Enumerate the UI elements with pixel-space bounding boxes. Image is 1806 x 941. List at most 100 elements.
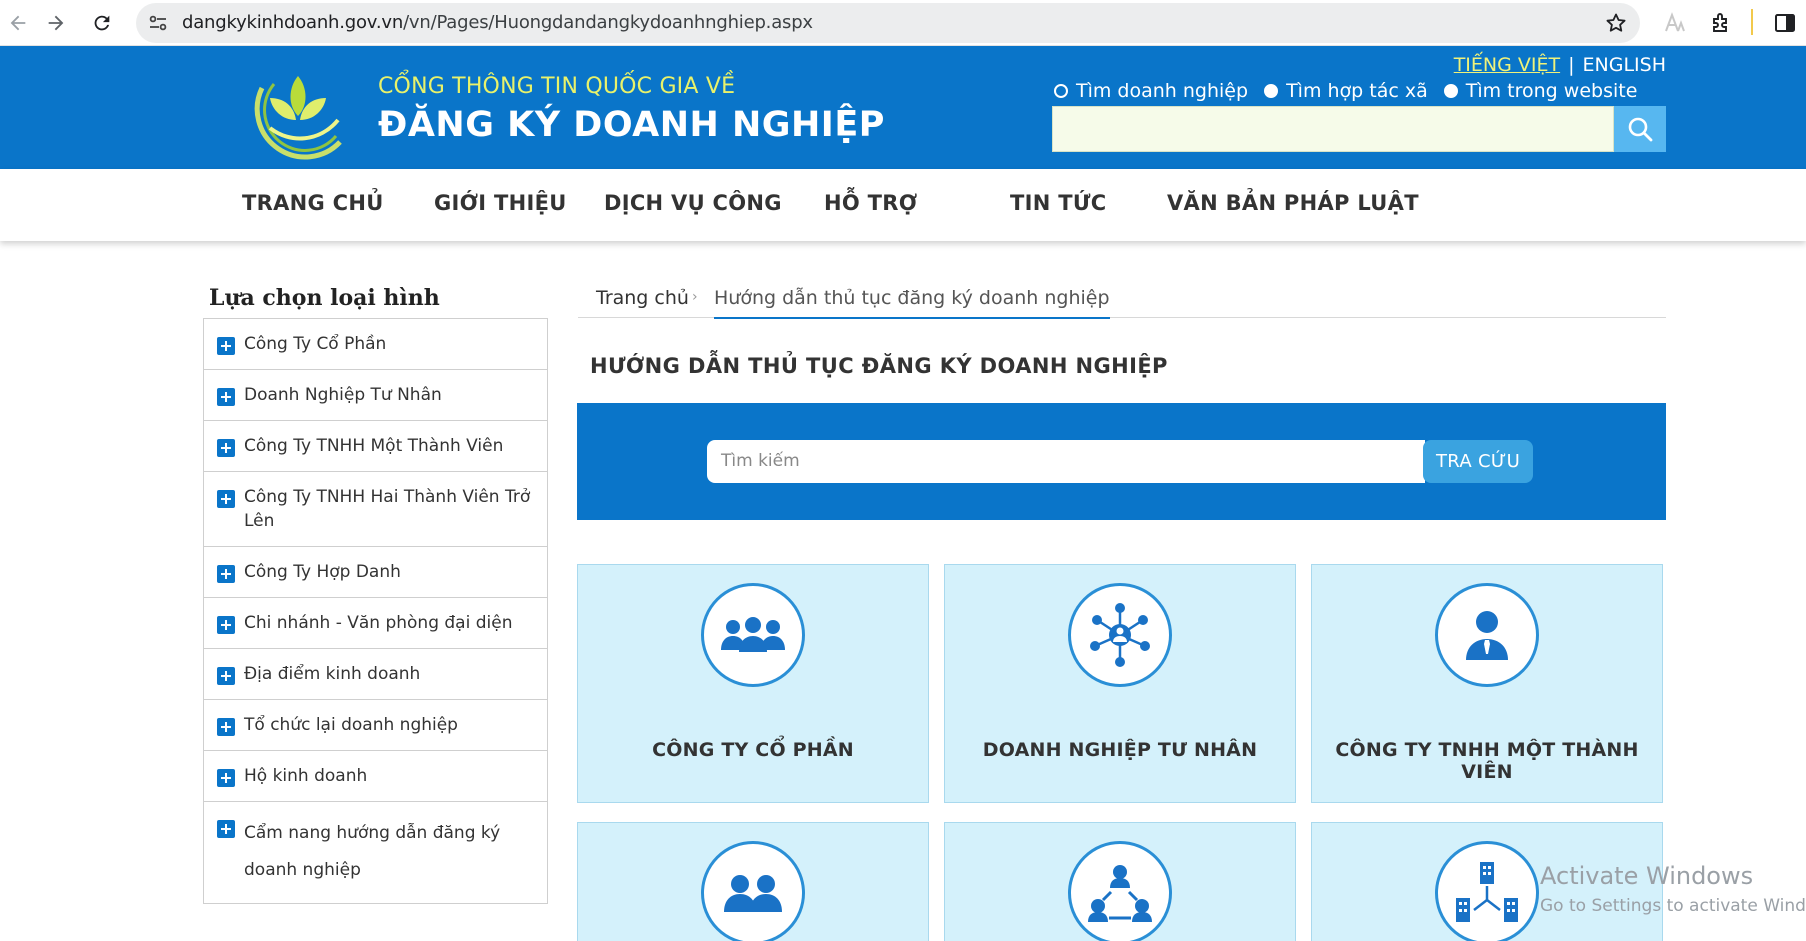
sidebar-title: Lựa chọn loại hình xyxy=(209,285,440,311)
sidebar-item-label: Cẩm nang hướng dẫn đăng ký doanh nghiệp xyxy=(244,823,501,880)
reader-icon[interactable] xyxy=(1658,6,1692,40)
card-icon-circle xyxy=(701,841,805,941)
sidebar-item-label: Công Ty Hợp Danh xyxy=(244,562,401,582)
breadcrumb-current: Hướng dẫn thủ tục đăng ký doanh nghiệp xyxy=(714,287,1110,319)
card-partnership[interactable] xyxy=(944,822,1296,941)
forward-icon[interactable] xyxy=(38,5,74,41)
sidebar-item-label: Chi nhánh - Văn phòng đại diện xyxy=(244,613,513,633)
sidebar-item-label: Tổ chức lại doanh nghiệp xyxy=(244,715,458,735)
back-icon[interactable] xyxy=(0,5,36,41)
toolbar-divider xyxy=(1751,9,1753,35)
sidebar-item-business-location[interactable]: Địa điểm kinh doanh xyxy=(204,649,547,700)
windows-activation-watermark: Activate Windows Go to Settings to activ… xyxy=(1540,862,1806,916)
search-icon xyxy=(1628,117,1653,142)
sidebar-item-private-enterprise[interactable]: Doanh Nghiệp Tư Nhân xyxy=(204,370,547,421)
brand-title[interactable]: ĐĂNG KÝ DOANH NGHIỆP xyxy=(378,105,885,145)
sidebar-item-label: Công Ty TNHH Một Thành Viên xyxy=(244,436,504,456)
breadcrumb-separator-icon: › xyxy=(692,289,698,305)
lang-vietnamese-link[interactable]: TIẾNG VIỆT xyxy=(1454,54,1560,76)
browser-toolbar: dangkykinhdoanh.gov.vn/vn/Pages/Huongdan… xyxy=(0,0,1806,46)
expand-plus-icon[interactable] xyxy=(217,718,235,736)
sidebar-item-single-member-llc[interactable]: Công Ty TNHH Một Thành Viên xyxy=(204,421,547,472)
address-bar[interactable]: dangkykinhdoanh.gov.vn/vn/Pages/Huongdan… xyxy=(136,3,1640,43)
brand-subtitle: CỔNG THÔNG TIN QUỐC GIA VỀ xyxy=(378,74,736,99)
expand-plus-icon[interactable] xyxy=(217,388,235,406)
watermark-subtitle: Go to Settings to activate Windows. xyxy=(1540,896,1806,916)
sidebar-item-branch-office[interactable]: Chi nhánh - Văn phòng đại diện xyxy=(204,598,547,649)
radio-find-cooperative[interactable]: Tìm hợp tác xã xyxy=(1264,80,1428,102)
nav-home[interactable]: TRANG CHỦ xyxy=(242,191,384,215)
url-path: /vn/Pages/Huongdandangkydoanhnghiep.aspx xyxy=(403,12,813,33)
radio-selected-icon[interactable] xyxy=(1054,84,1068,98)
lang-separator: | xyxy=(1568,54,1575,76)
card-private-enterprise[interactable]: DOANH NGHIỆP TƯ NHÂN xyxy=(944,564,1296,803)
site-settings-icon[interactable] xyxy=(146,11,170,35)
single-person-icon xyxy=(1466,611,1508,660)
bookmark-star-icon[interactable] xyxy=(1604,11,1628,35)
radio-find-website[interactable]: Tìm trong website xyxy=(1443,80,1637,102)
header-search-button[interactable] xyxy=(1614,106,1666,152)
network-person-icon xyxy=(1090,603,1150,667)
extensions-icon[interactable] xyxy=(1704,6,1738,40)
card-icon-circle xyxy=(1068,841,1172,941)
two-people-icon xyxy=(724,875,782,912)
card-icon-circle xyxy=(1068,583,1172,687)
card-multi-member-llc[interactable] xyxy=(577,822,929,941)
sidebar-item-handbook[interactable]: Cẩm nang hướng dẫn đăng ký doanh nghiệp xyxy=(204,802,547,904)
card-icon-circle xyxy=(1435,841,1539,941)
search-scope-options: Tìm doanh nghiệp Tìm hợp tác xã Tìm tron… xyxy=(1054,80,1637,102)
nav-news[interactable]: TIN TỨC xyxy=(1010,191,1106,215)
sidebar-item-reorganization[interactable]: Tổ chức lại doanh nghiệp xyxy=(204,700,547,751)
nav-public-services[interactable]: DỊCH VỤ CÔNG xyxy=(604,191,782,215)
sidebar-item-household-business[interactable]: Hộ kinh doanh xyxy=(204,751,547,802)
lookup-button[interactable]: TRA CỨU xyxy=(1423,440,1533,483)
group-people-icon xyxy=(721,617,785,652)
sidebar-item-label: Doanh Nghiệp Tư Nhân xyxy=(244,385,442,405)
expand-plus-icon[interactable] xyxy=(217,439,235,457)
side-panel-icon[interactable] xyxy=(1768,6,1802,40)
url-host: dangkykinhdoanh.gov.vn xyxy=(182,12,404,33)
sidebar-item-multi-member-llc[interactable]: Công Ty TNHH Hai Thành Viên Trở Lên xyxy=(204,472,547,547)
card-label: DOANH NGHIỆP TƯ NHÂN xyxy=(982,739,1258,761)
sidebar-item-partnership[interactable]: Công Ty Hợp Danh xyxy=(204,547,547,598)
main-navigation: TRANG CHỦ GIỚI THIỆU DỊCH VỤ CÔNG HỖ TRỢ… xyxy=(0,169,1806,241)
expand-plus-icon[interactable] xyxy=(217,565,235,583)
buildings-icon xyxy=(1456,862,1518,922)
connected-people-icon xyxy=(1088,865,1152,922)
portal-logo-icon[interactable] xyxy=(244,58,352,162)
reload-icon[interactable] xyxy=(84,5,120,41)
sidebar-item-label: Hộ kinh doanh xyxy=(244,766,368,786)
card-single-member-llc[interactable]: CÔNG TY TNHH MỘT THÀNH VIÊN xyxy=(1311,564,1663,803)
page-title: HƯỚNG DẪN THỦ TỤC ĐĂNG KÝ DOANH NGHIỆP xyxy=(590,354,1168,378)
expand-plus-icon[interactable] xyxy=(217,769,235,787)
sidebar-item-joint-stock[interactable]: Công Ty Cổ Phần xyxy=(204,319,547,370)
sidebar-type-list: Công Ty Cổ Phần Doanh Nghiệp Tư Nhân Côn… xyxy=(203,318,548,904)
expand-plus-icon[interactable] xyxy=(217,820,235,838)
site-header: CỔNG THÔNG TIN QUỐC GIA VỀ ĐĂNG KÝ DOANH… xyxy=(0,46,1806,169)
sidebar-item-label: Công Ty Cổ Phần xyxy=(244,334,387,354)
sidebar-item-label: Công Ty TNHH Hai Thành Viên Trở Lên xyxy=(244,487,531,531)
nav-legal-documents[interactable]: VĂN BẢN PHÁP LUẬT xyxy=(1167,191,1419,215)
expand-plus-icon[interactable] xyxy=(217,490,235,508)
expand-plus-icon[interactable] xyxy=(217,667,235,685)
card-label: CÔNG TY TNHH MỘT THÀNH VIÊN xyxy=(1335,739,1639,783)
procedure-search-panel: Tìm kiếm TRA CỨU xyxy=(577,403,1666,520)
card-joint-stock[interactable]: CÔNG TY CỔ PHẦN xyxy=(577,564,929,803)
sidebar-item-label: Địa điểm kinh doanh xyxy=(244,664,421,684)
card-icon-circle xyxy=(1435,583,1539,687)
radio-unselected-icon[interactable] xyxy=(1264,84,1279,98)
procedure-search-input[interactable]: Tìm kiếm xyxy=(707,440,1425,483)
nav-about[interactable]: GIỚI THIỆU xyxy=(434,191,567,215)
card-icon-circle xyxy=(701,583,805,687)
header-search-input[interactable] xyxy=(1052,106,1614,152)
radio-find-company[interactable]: Tìm doanh nghiệp xyxy=(1054,80,1248,102)
breadcrumb-home-link[interactable]: Trang chủ xyxy=(596,287,689,309)
expand-plus-icon[interactable] xyxy=(217,337,235,355)
expand-plus-icon[interactable] xyxy=(217,616,235,634)
card-label: CÔNG TY CỔ PHẦN xyxy=(652,739,854,761)
radio-unselected-icon[interactable] xyxy=(1443,84,1458,98)
lang-english-link[interactable]: ENGLISH xyxy=(1583,54,1666,76)
language-switcher: TIẾNG VIỆT | ENGLISH xyxy=(1454,54,1666,76)
nav-support[interactable]: HỖ TRỢ xyxy=(824,191,917,215)
radio-label: Tìm doanh nghiệp xyxy=(1076,80,1249,102)
